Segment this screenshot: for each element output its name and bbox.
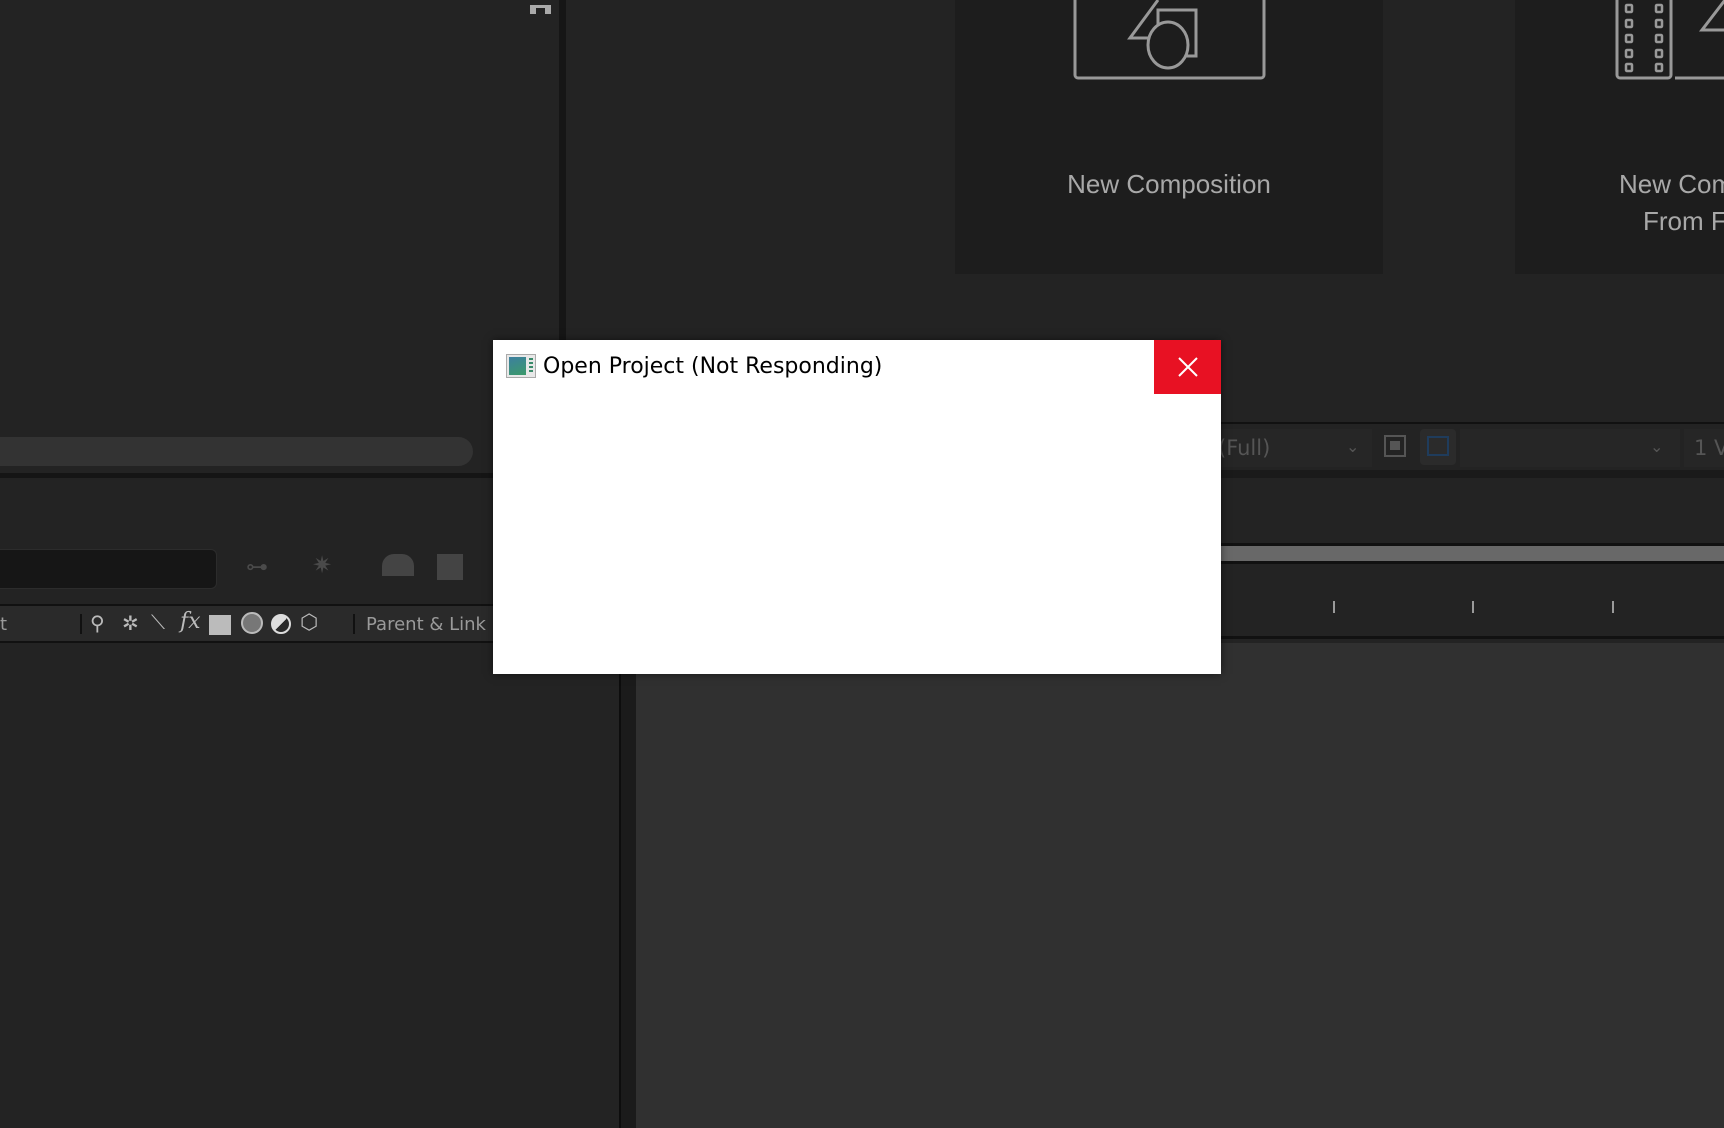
close-button[interactable] — [1154, 340, 1221, 394]
collapse-transformations-icon[interactable]: ✲ — [122, 611, 139, 635]
views-value: 1 V — [1694, 436, 1724, 460]
timeline-column-header: t ⚲ ✲ ⟍ fx ⬡ Parent & Link — [0, 604, 493, 643]
timeline-divider[interactable] — [619, 643, 636, 1128]
effects-icon[interactable]: fx — [180, 609, 201, 634]
hierarchy-icon[interactable] — [530, 0, 552, 14]
dialog-title: Open Project (Not Responding) — [543, 354, 883, 379]
shy-icon[interactable]: ⚲ — [90, 611, 105, 635]
column-header-partial: t — [0, 614, 8, 635]
transparency-grid-button[interactable] — [1420, 429, 1456, 465]
timeline-graph-area — [636, 643, 1724, 1128]
motion-blur-icon[interactable] — [241, 612, 263, 634]
composition-flowchart-icon[interactable]: ⊶ — [246, 555, 268, 580]
chevron-down-icon: ⌄ — [1346, 437, 1360, 456]
new-composition-from-footage-label-2: From F — [1643, 206, 1724, 236]
header-divider — [80, 614, 82, 634]
new-composition-from-footage-label-1: New Com — [1619, 169, 1724, 199]
timeline-search-input[interactable] — [0, 549, 217, 589]
new-composition-card[interactable]: New Composition — [955, 0, 1383, 274]
hide-shy-layers-icon[interactable] — [382, 554, 414, 576]
view-dropdown[interactable]: ⌄ — [1460, 429, 1680, 467]
resolution-value: (Full) — [1218, 436, 1271, 460]
new-composition-label: New Composition — [1067, 169, 1271, 199]
new-composition-from-footage-card[interactable]: New Com From F — [1515, 0, 1724, 274]
header-divider — [353, 614, 355, 634]
app-icon — [506, 354, 536, 378]
time-ruler-tick — [1612, 601, 1614, 613]
open-project-dialog: Open Project (Not Responding) — [493, 340, 1221, 674]
region-of-interest-icon[interactable] — [1384, 435, 1406, 457]
adjustment-layer-icon[interactable] — [271, 614, 291, 634]
project-scrollbar[interactable] — [0, 437, 473, 466]
close-icon — [1177, 357, 1198, 377]
parent-link-header: Parent & Link — [366, 614, 486, 635]
frame-blending-icon[interactable] — [209, 615, 231, 635]
quality-icon[interactable]: ⟍ — [151, 610, 165, 634]
timeline-layers-area — [0, 643, 619, 1128]
frame-blending-icon[interactable] — [437, 554, 463, 580]
composition-from-footage-icon — [1615, 0, 1724, 80]
composition-icon — [1073, 0, 1266, 80]
views-dropdown[interactable]: 1 V — [1684, 429, 1724, 467]
3d-layer-icon[interactable]: ⬡ — [300, 610, 318, 634]
time-ruler-tick — [1472, 601, 1474, 613]
time-ruler-tick — [1333, 601, 1335, 613]
project-panel — [0, 0, 561, 473]
chevron-down-icon: ⌄ — [1650, 437, 1664, 456]
draft-3d-icon[interactable]: ✷ — [312, 551, 332, 579]
